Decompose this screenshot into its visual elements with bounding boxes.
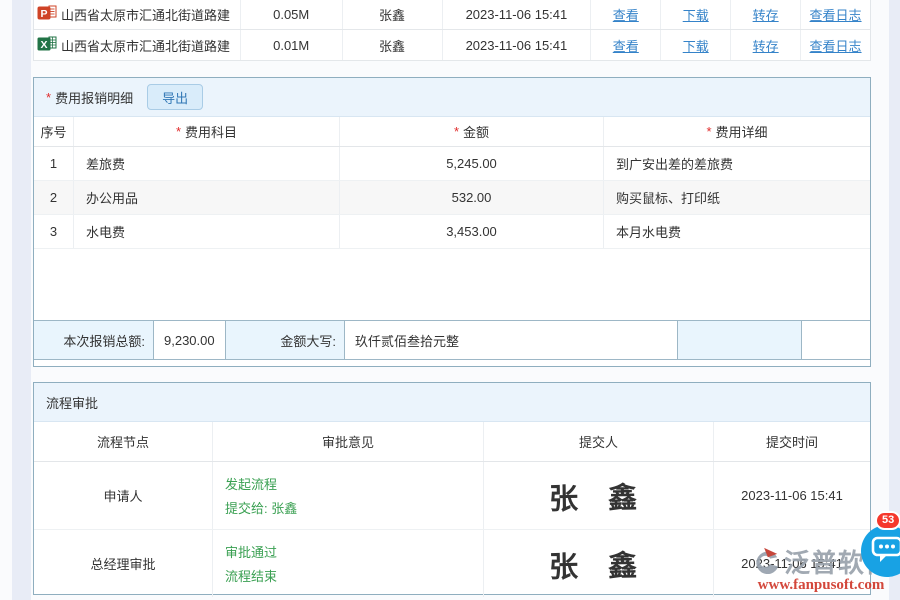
chat-unread-badge[interactable]: 53 — [875, 511, 900, 530]
column-header-amount: * 金额 — [340, 117, 604, 146]
expense-category: 水电费 — [74, 215, 340, 248]
right-gutter — [889, 0, 900, 600]
download-link[interactable]: 下载 — [683, 5, 709, 24]
opinion-line: 发起流程 — [225, 474, 277, 493]
total-amount-label: 本次报销总额: — [34, 321, 154, 359]
ppt-file-icon: P — [37, 3, 57, 26]
expense-detail: 本月水电费 — [604, 215, 870, 248]
expense-table-empty-area — [34, 249, 870, 320]
export-button[interactable]: 导出 — [147, 84, 203, 110]
signature: 张 鑫 — [549, 474, 648, 518]
expense-summary-row: 本次报销总额: 9,230.00 金额大写: 玖仟贰佰叁拾元整 — [34, 320, 870, 360]
chat-bubble-icon — [870, 534, 900, 569]
row-number: 2 — [34, 181, 74, 214]
column-header-opinion: 审批意见 — [213, 422, 484, 461]
approval-row: 申请人 发起流程 提交给: 张鑫 张 鑫 2023-11-06 15:41 — [34, 462, 870, 530]
approval-workflow-panel: 流程审批 流程节点 审批意见 提交人 提交时间 申请人 发起流程 提交给: 张鑫… — [33, 382, 871, 595]
expense-panel-title: 费用报销明细 — [55, 88, 133, 107]
attachment-filename: 山西省太原市汇通北街道路建 — [61, 5, 230, 24]
attachment-uploader: 张鑫 — [343, 30, 443, 60]
expense-table-header: 序号 * 费用科目 * 金额 * 费用详细 — [34, 117, 870, 147]
transfer-save-link[interactable]: 转存 — [753, 5, 779, 24]
required-asterisk: * — [176, 124, 181, 139]
approval-opinion: 审批通过 流程结束 — [213, 530, 484, 597]
view-link[interactable]: 查看 — [613, 5, 639, 24]
submit-time: 2023-11-06 15:41 — [714, 462, 870, 529]
expense-detail: 购买鼠标、打印纸 — [604, 181, 870, 214]
signature: 张 鑫 — [549, 542, 648, 586]
column-header-detail: * 费用详细 — [604, 117, 870, 146]
attachment-time: 2023-11-06 15:41 — [443, 30, 592, 60]
expense-amount: 532.00 — [340, 181, 604, 214]
attachment-row: X 山西省太原市汇通北街道路建 0.01M 张鑫 2023-11-06 15:4… — [34, 30, 870, 61]
approval-opinion: 发起流程 提交给: 张鑫 — [213, 462, 484, 529]
submitter-signature-cell: 张 鑫 — [484, 530, 714, 597]
workflow-node: 申请人 — [34, 462, 213, 529]
summary-empty-value-cell — [802, 321, 870, 359]
expense-row: 1 差旅费 5,245.00 到广安出差的差旅费 — [34, 147, 870, 181]
transfer-save-link[interactable]: 转存 — [753, 36, 779, 55]
attachment-row: P 山西省太原市汇通北街道路建 0.05M 张鑫 2023-11-06 15:4… — [34, 0, 870, 30]
download-link[interactable]: 下载 — [683, 36, 709, 55]
column-header-submit-time: 提交时间 — [714, 422, 870, 461]
expense-row: 3 水电费 3,453.00 本月水电费 — [34, 215, 870, 249]
attachment-size: 0.01M — [241, 30, 343, 60]
approval-row: 总经理审批 审批通过 流程结束 张 鑫 2023-11-06 15:41 — [34, 530, 870, 597]
opinion-line: 提交给: 张鑫 — [225, 498, 297, 517]
svg-text:P: P — [40, 8, 47, 20]
opinion-line: 流程结束 — [225, 566, 277, 585]
attachment-uploader: 张鑫 — [343, 0, 443, 29]
approval-table-header: 流程节点 审批意见 提交人 提交时间 — [34, 422, 870, 462]
attachment-time: 2023-11-06 15:41 — [443, 0, 592, 29]
attachment-name-cell: X 山西省太原市汇通北街道路建 — [34, 30, 241, 60]
column-header-category: * 费用科目 — [74, 117, 340, 146]
expense-category: 差旅费 — [74, 147, 340, 180]
required-asterisk: * — [454, 124, 459, 139]
column-header-submitter: 提交人 — [484, 422, 714, 461]
expense-amount: 5,245.00 — [340, 147, 604, 180]
workflow-node: 总经理审批 — [34, 530, 213, 597]
attachment-filename: 山西省太原市汇通北街道路建 — [61, 36, 230, 55]
expense-amount: 3,453.00 — [340, 215, 604, 248]
column-header-no: 序号 — [34, 117, 74, 146]
row-number: 1 — [34, 147, 74, 180]
attachment-name-cell: P 山西省太原市汇通北街道路建 — [34, 0, 241, 29]
approval-panel-header: 流程审批 — [34, 383, 870, 422]
expense-panel-header: * 费用报销明细 导出 — [34, 78, 870, 117]
attachment-size: 0.05M — [241, 0, 343, 29]
view-log-link[interactable]: 查看日志 — [810, 36, 862, 55]
row-number: 3 — [34, 215, 74, 248]
submitter-signature-cell: 张 鑫 — [484, 462, 714, 529]
amount-in-words-label: 金额大写: — [226, 321, 345, 359]
summary-empty-label-cell — [678, 321, 802, 359]
required-asterisk: * — [706, 124, 711, 139]
approval-panel-title: 流程审批 — [46, 393, 98, 412]
expense-row: 2 办公用品 532.00 购买鼠标、打印纸 — [34, 181, 870, 215]
svg-text:X: X — [40, 39, 47, 51]
expense-category: 办公用品 — [74, 181, 340, 214]
submit-time: 2023-11-06 15:41 — [714, 530, 870, 597]
total-amount-value: 9,230.00 — [154, 321, 226, 359]
column-header-node: 流程节点 — [34, 422, 213, 461]
expense-detail: 到广安出差的差旅费 — [604, 147, 870, 180]
amount-in-words-value: 玖仟贰佰叁拾元整 — [345, 321, 678, 359]
view-link[interactable]: 查看 — [613, 36, 639, 55]
left-gutter — [12, 0, 31, 600]
attachments-table: P 山西省太原市汇通北街道路建 0.05M 张鑫 2023-11-06 15:4… — [33, 0, 871, 61]
opinion-line: 审批通过 — [225, 542, 277, 561]
expense-detail-panel: * 费用报销明细 导出 序号 * 费用科目 * 金额 * 费用详细 1 差旅费 … — [33, 77, 871, 367]
excel-file-icon: X — [37, 34, 57, 57]
view-log-link[interactable]: 查看日志 — [810, 5, 862, 24]
required-asterisk: * — [46, 90, 51, 105]
